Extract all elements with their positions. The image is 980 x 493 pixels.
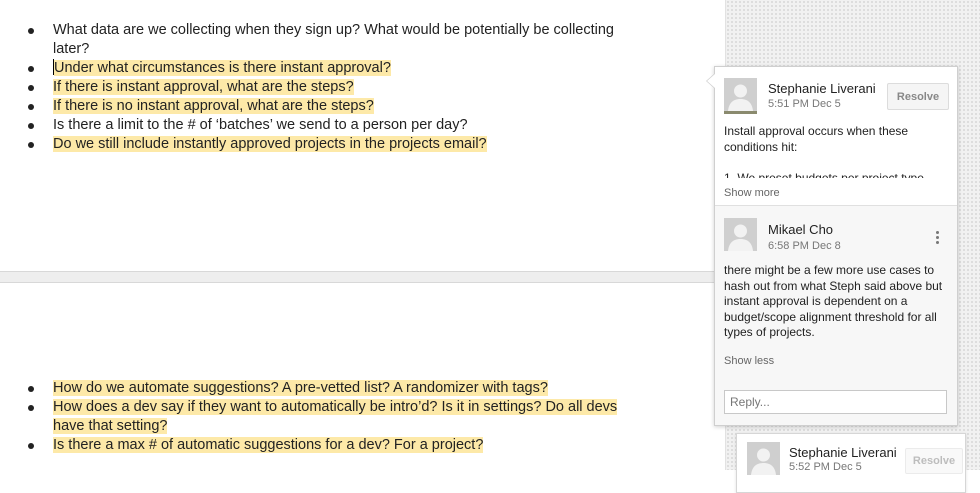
list-item-text-highlighted: How does a dev say if they want to autom…: [53, 399, 618, 434]
list-item-text-highlighted: Is there a max # of automatic suggestion…: [53, 437, 484, 453]
comment-body: there might be a few more use cases to h…: [724, 263, 943, 339]
bullet-icon: [28, 85, 34, 91]
avatar: [724, 78, 757, 114]
list-item-text: What data are we collecting when they si…: [53, 22, 614, 57]
person-silhouette-icon: [724, 218, 757, 251]
more-vertical-icon[interactable]: [936, 231, 940, 247]
list-item-text-highlighted: Do we still include instantly approved p…: [53, 136, 487, 152]
comment-time: 6:58 PM Dec 8: [768, 240, 841, 252]
bullet-icon: [28, 142, 34, 148]
comment-author: Mikael Cho: [768, 222, 834, 237]
list-item-text-highlighted: If there is instant approval, what are t…: [53, 79, 354, 95]
list-item-text-highlighted: If there is no instant approval, what ar…: [53, 98, 374, 114]
comment-author: Stephanie Liverani: [789, 445, 897, 460]
bullet-icon: [28, 104, 34, 110]
comment-thread[interactable]: Stephanie Liverani 5:51 PM Dec 5 Resolve…: [706, 66, 958, 426]
question-list-bottom: How do we automate suggestions? A pre-ve…: [0, 379, 640, 455]
page-break: [0, 271, 725, 283]
question-list-top: What data are we collecting when they si…: [0, 21, 640, 154]
bullet-icon: [28, 443, 34, 449]
list-item[interactable]: Is there a limit to the # of ‘batches’ w…: [0, 116, 640, 135]
comment-author: Stephanie Liverani: [768, 81, 876, 96]
list-item-text-highlighted: How do we automate suggestions? A pre-ve…: [53, 380, 548, 396]
show-more-link[interactable]: Show more: [724, 187, 780, 199]
person-silhouette-icon: [747, 442, 780, 475]
list-item[interactable]: What data are we collecting when they si…: [0, 21, 640, 59]
bullet-icon: [28, 386, 34, 392]
comment-time: 5:51 PM Dec 5: [768, 98, 841, 110]
bullet-icon: [28, 123, 34, 129]
bullet-icon: [28, 405, 34, 411]
list-item[interactable]: Is there a max # of automatic suggestion…: [0, 436, 640, 455]
list-item[interactable]: How does a dev say if they want to autom…: [0, 398, 640, 436]
list-item[interactable]: How do we automate suggestions? A pre-ve…: [0, 379, 640, 398]
show-less-link[interactable]: Show less: [724, 355, 774, 367]
resolve-button[interactable]: Resolve: [905, 448, 963, 474]
comment-body: Install approval occurs when these condi…: [724, 124, 924, 178]
comment-time: 5:52 PM Dec 5: [789, 461, 862, 473]
list-item[interactable]: Do we still include instantly approved p…: [0, 135, 640, 154]
bullet-icon: [28, 66, 34, 72]
comment-thread-2[interactable]: Stephanie Liverani 5:52 PM Dec 5 Resolve: [736, 433, 966, 493]
resolve-button[interactable]: Resolve: [887, 83, 949, 110]
document-canvas[interactable]: What data are we collecting when they si…: [0, 0, 725, 470]
list-item[interactable]: Under what circumstances is there instan…: [0, 59, 640, 78]
avatar: [724, 218, 757, 251]
reply-input[interactable]: [724, 390, 947, 414]
list-item-text: Is there a limit to the # of ‘batches’ w…: [53, 117, 468, 133]
list-item[interactable]: If there is instant approval, what are t…: [0, 78, 640, 97]
bullet-icon: [28, 28, 34, 34]
avatar: [747, 442, 780, 475]
list-item-text-highlighted: Under what circumstances is there instan…: [54, 60, 391, 76]
divider: [715, 205, 957, 206]
person-silhouette-icon: [724, 78, 757, 111]
list-item[interactable]: If there is no instant approval, what ar…: [0, 97, 640, 116]
